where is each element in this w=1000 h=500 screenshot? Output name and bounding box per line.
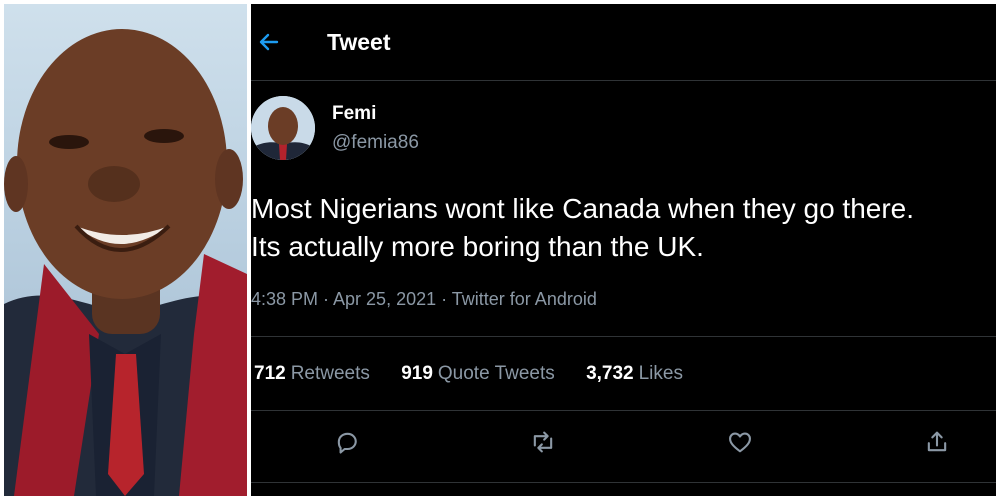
profile-photo [4, 4, 247, 496]
tweet-text-line: Its actually more boring than the UK. [251, 231, 704, 262]
retweets-label: Retweets [290, 363, 370, 384]
heart-icon[interactable] [726, 428, 758, 460]
tweet-text-line: Most Nigerians wont like Canada when the… [251, 193, 915, 224]
share-icon[interactable] [923, 428, 955, 460]
tweet-timestamp[interactable]: 4:38 PM · Apr 25, 2021 · Twitter for And… [251, 289, 597, 310]
tweet-stats: 712 Retweets 919 Quote Tweets 3,732 Likes [254, 363, 709, 385]
author-name[interactable]: Femi [332, 103, 376, 125]
retweets-stat[interactable]: 712 Retweets [254, 363, 370, 384]
page-title: Tweet [327, 29, 391, 55]
author-handle[interactable]: @femia86 [332, 132, 419, 154]
tweet-panel: Tweet Femi @femia86 Most Nigerians wont … [251, 4, 996, 496]
arrow-left-icon[interactable] [257, 30, 281, 54]
divider [251, 336, 996, 337]
likes-label: Likes [638, 363, 683, 384]
likes-stat[interactable]: 3,732 Likes [586, 363, 683, 384]
tweet-header: Tweet [251, 4, 996, 81]
divider [251, 410, 996, 411]
divider [251, 482, 996, 483]
retweet-icon[interactable] [529, 428, 561, 460]
avatar[interactable] [251, 96, 315, 160]
quote-tweets-count: 919 [401, 363, 433, 384]
quote-tweets-label: Quote Tweets [437, 363, 555, 384]
retweets-count: 712 [254, 363, 286, 384]
quote-tweets-stat[interactable]: 919 Quote Tweets [401, 363, 555, 384]
likes-count: 3,732 [586, 363, 634, 384]
reply-icon[interactable] [333, 428, 365, 460]
tweet-text: Most Nigerians wont like Canada when the… [251, 190, 996, 266]
